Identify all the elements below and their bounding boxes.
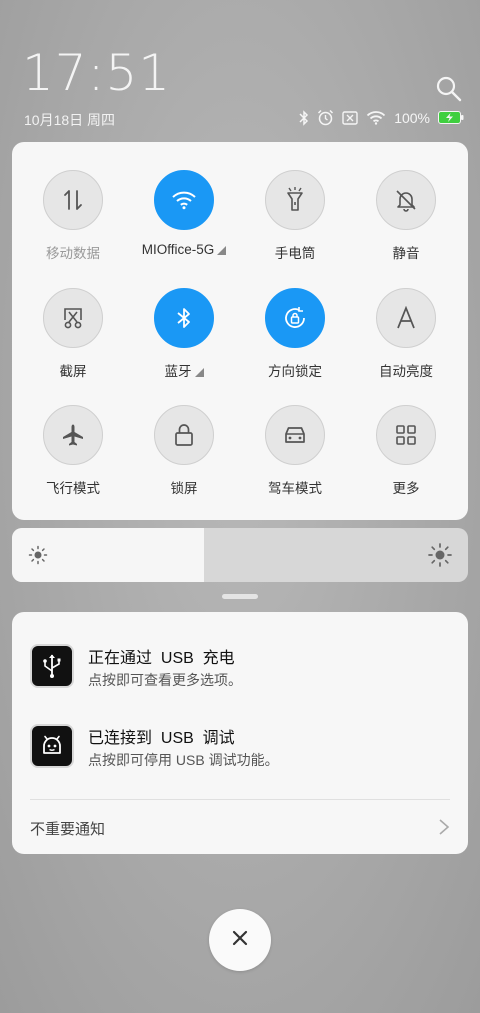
notification-usb-debugging[interactable]: 已连接到 USB 调试 点按即可停用 USB 调试功能。 (30, 724, 450, 774)
bluetooth-status-icon (299, 109, 309, 126)
notification-title: 已连接到 USB 调试 (88, 730, 235, 747)
expand-triangle-icon (194, 368, 204, 377)
tile-label: 静音 (392, 246, 420, 261)
alarm-icon (317, 109, 334, 126)
tile-label: 蓝牙 (164, 364, 192, 379)
tile-label: 驾车模式 (268, 481, 322, 496)
tile-rotation-lock[interactable]: 方向锁定 (245, 288, 345, 380)
tile-airplane[interactable]: 飞行模式 (23, 405, 123, 497)
rotation-lock-icon (265, 288, 325, 348)
bluetooth-icon (154, 288, 214, 348)
tile-more[interactable]: 更多 (356, 405, 456, 497)
divider (30, 799, 450, 800)
wifi-icon (154, 170, 214, 230)
tile-flashlight[interactable]: 手电筒 (245, 170, 345, 262)
date-text: 10月18日 周四 (24, 112, 116, 128)
flashlight-icon (265, 170, 325, 230)
unimportant-notifications-link[interactable]: 不重要通知 (30, 818, 105, 839)
clock-time: 17:51 (22, 44, 172, 102)
scissors-icon (43, 288, 103, 348)
tile-label: 更多 (392, 481, 420, 496)
usb-icon (30, 644, 74, 688)
lock-icon (154, 405, 214, 465)
tile-label: MIOffice-5G (141, 242, 215, 257)
updown-arrows-icon (43, 170, 103, 230)
quick-settings-panel: 移动数据 MIOffice-5G 手电筒 静音 截屏 蓝牙 方向锁定 自动亮度 … (12, 142, 468, 520)
notification-title: 正在通过 USB 充电 (88, 650, 235, 667)
notification-subtitle: 点按即可停用 USB 调试功能。 (88, 752, 279, 768)
airplane-icon (43, 405, 103, 465)
sun-large-icon (428, 543, 452, 572)
car-icon (265, 405, 325, 465)
battery-percent: 100% (394, 109, 430, 126)
bell-off-icon (376, 170, 436, 230)
tile-label: 移动数据 (46, 246, 100, 261)
tile-screenshot[interactable]: 截屏 (23, 288, 123, 380)
tile-label: 方向锁定 (268, 364, 322, 379)
drag-handle[interactable] (222, 594, 258, 599)
tile-label: 截屏 (59, 364, 87, 379)
tile-bluetooth[interactable]: 蓝牙 (134, 288, 234, 380)
tile-lock-screen[interactable]: 锁屏 (134, 405, 234, 497)
letter-a-icon (376, 288, 436, 348)
tile-mute[interactable]: 静音 (356, 170, 456, 262)
expand-triangle-icon (217, 246, 227, 255)
tile-label: 手电筒 (274, 246, 316, 261)
chevron-right-icon[interactable] (438, 818, 450, 841)
tile-driving-mode[interactable]: 驾车模式 (245, 405, 345, 497)
clear-all-button[interactable] (209, 909, 271, 971)
tile-mobile-data[interactable]: 移动数据 (23, 170, 123, 262)
notification-usb-charging[interactable]: 正在通过 USB 充电 点按即可查看更多选项。 (30, 644, 450, 694)
status-icons: 100% (299, 109, 464, 126)
grid-icon (376, 405, 436, 465)
tile-label: 飞行模式 (46, 481, 100, 496)
no-sim-icon (342, 110, 358, 125)
battery-charging-icon (438, 111, 464, 124)
close-icon (231, 929, 249, 952)
notification-panel: 正在通过 USB 充电 点按即可查看更多选项。 已连接到 USB 调试 点按即可… (12, 612, 468, 854)
android-icon (30, 724, 74, 768)
brightness-slider[interactable] (12, 528, 468, 582)
wifi-status-icon (366, 110, 386, 125)
tile-wifi[interactable]: MIOffice-5G (129, 170, 239, 257)
search-icon[interactable] (436, 76, 462, 102)
tile-label: 锁屏 (170, 481, 198, 496)
notification-subtitle: 点按即可查看更多选项。 (88, 672, 242, 688)
tile-label: 自动亮度 (379, 364, 433, 379)
sun-small-icon (28, 545, 48, 570)
tile-auto-brightness[interactable]: 自动亮度 (356, 288, 456, 380)
